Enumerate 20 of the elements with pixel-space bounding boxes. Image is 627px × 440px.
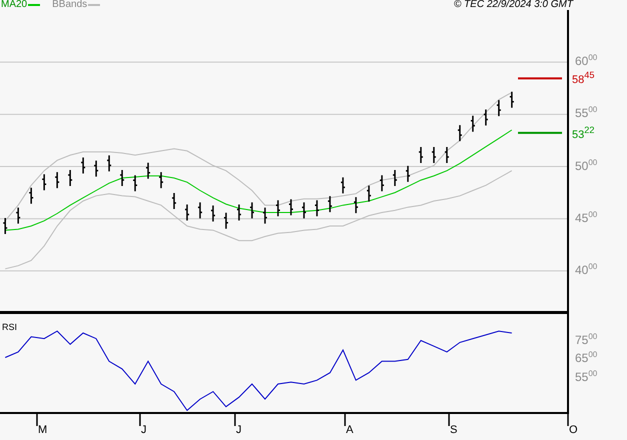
level-label: 53$^{22}$ [572,125,594,141]
axis-label: 55$^{00}$ [575,369,598,384]
copyright-text: © TEC 22/9/2024 3:0 GMT [454,0,573,10]
axis-label: 45$^{00}$ [575,210,598,225]
axis-label: 55$^{00}$ [575,105,598,120]
level-label: 58$^{45}$ [572,70,594,86]
indicator-label: RSI [2,322,18,332]
month-label: A [346,424,354,436]
axis-label: 75$^{00}$ [575,332,598,347]
legend-label: MA20 [1,0,28,10]
axis-label: 40$^{00}$ [575,262,598,277]
month-label: O [569,424,578,436]
month-label: J [141,424,146,436]
axis-label: 50$^{00}$ [575,158,598,173]
axis-label: 60$^{00}$ [575,53,598,68]
axis-label: 65$^{00}$ [575,350,598,366]
legend-label: BBands [52,0,88,10]
month-label: M [38,424,48,436]
month-label: J [236,424,242,436]
month-label: S [450,424,458,436]
